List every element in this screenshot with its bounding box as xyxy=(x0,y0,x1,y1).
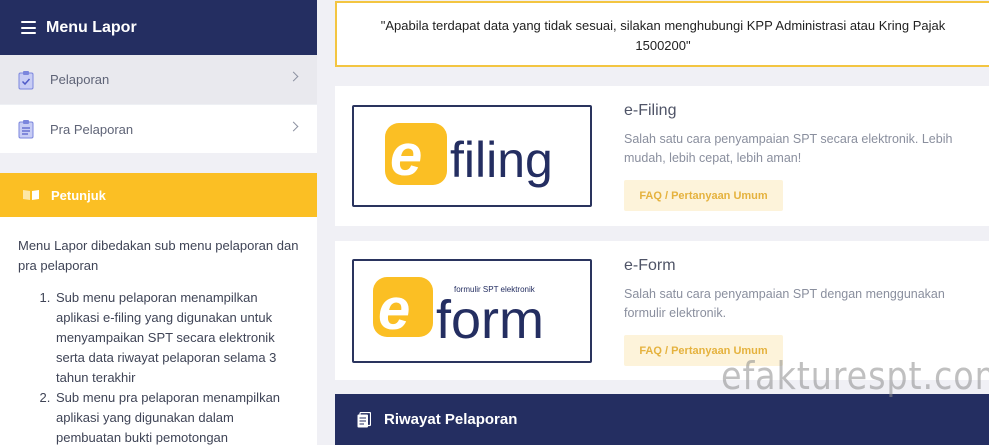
sidebar-item-pelaporan[interactable]: Pelaporan xyxy=(0,55,317,104)
clipboard-check-icon xyxy=(18,70,34,89)
document-icon xyxy=(357,411,371,427)
svg-text:e: e xyxy=(390,123,422,188)
sidebar-item-pra-pelaporan[interactable]: Pra Pelaporan xyxy=(0,104,317,153)
efiling-logo-graphic: e filing xyxy=(385,123,553,188)
notice-banner: "Apabila terdapat data yang tidak sesuai… xyxy=(335,1,989,67)
efiling-logo[interactable]: e filing xyxy=(352,105,592,207)
petunjuk-panel: Petunjuk Menu Lapor dibedakan sub menu p… xyxy=(0,173,317,445)
sidebar-item-label: Pra Pelaporan xyxy=(50,121,134,137)
petunjuk-steps: Sub menu pelaporan menampilkan aplikasi … xyxy=(18,288,299,445)
menu-header: Menu Lapor xyxy=(0,0,317,55)
menu-title: Menu Lapor xyxy=(46,18,137,36)
efiling-faq-button[interactable]: FAQ / Pertanyaan Umum xyxy=(624,180,783,211)
book-open-icon xyxy=(23,190,39,200)
clipboard-list-icon xyxy=(18,120,34,139)
petunjuk-step: Sub menu pelaporan menampilkan aplikasi … xyxy=(54,288,299,388)
petunjuk-title: Petunjuk xyxy=(51,187,106,203)
riwayat-pelaporan-header[interactable]: Riwayat Pelaporan xyxy=(335,394,989,445)
eform-logo-graphic: e formulir SPT elektronik form xyxy=(373,277,544,350)
efiling-description: Salah satu cara penyampaian SPT secara e… xyxy=(624,132,953,165)
efiling-card: e filing e-Filing Salah satu cara penyam… xyxy=(335,86,989,226)
eform-logo[interactable]: e formulir SPT elektronik form xyxy=(352,259,592,363)
watermark: efakturespt.com xyxy=(721,354,989,398)
svg-text:e: e xyxy=(378,277,410,342)
petunjuk-intro: Menu Lapor dibedakan sub menu pelaporan … xyxy=(18,238,299,273)
chevron-right-icon xyxy=(288,71,299,82)
eform-description: Salah satu cara penyampaian SPT dengan m… xyxy=(624,287,945,320)
efiling-title[interactable]: e-Filing xyxy=(624,102,676,120)
hamburger-menu-icon[interactable] xyxy=(21,21,36,34)
sidebar-item-label: Pelaporan xyxy=(50,72,110,87)
petunjuk-header: Petunjuk xyxy=(0,173,317,217)
efiling-logo-text: filing xyxy=(450,132,553,188)
eform-logo-text: form xyxy=(436,290,544,350)
petunjuk-body: Menu Lapor dibedakan sub menu pelaporan … xyxy=(0,217,317,445)
riwayat-title: Riwayat Pelaporan xyxy=(384,411,518,428)
petunjuk-step: Sub menu pra pelaporan menampilkan aplik… xyxy=(54,388,299,445)
notice-text: "Apabila terdapat data yang tidak sesuai… xyxy=(380,18,946,53)
chevron-right-icon xyxy=(288,121,299,132)
eform-title[interactable]: e-Form xyxy=(624,257,676,275)
